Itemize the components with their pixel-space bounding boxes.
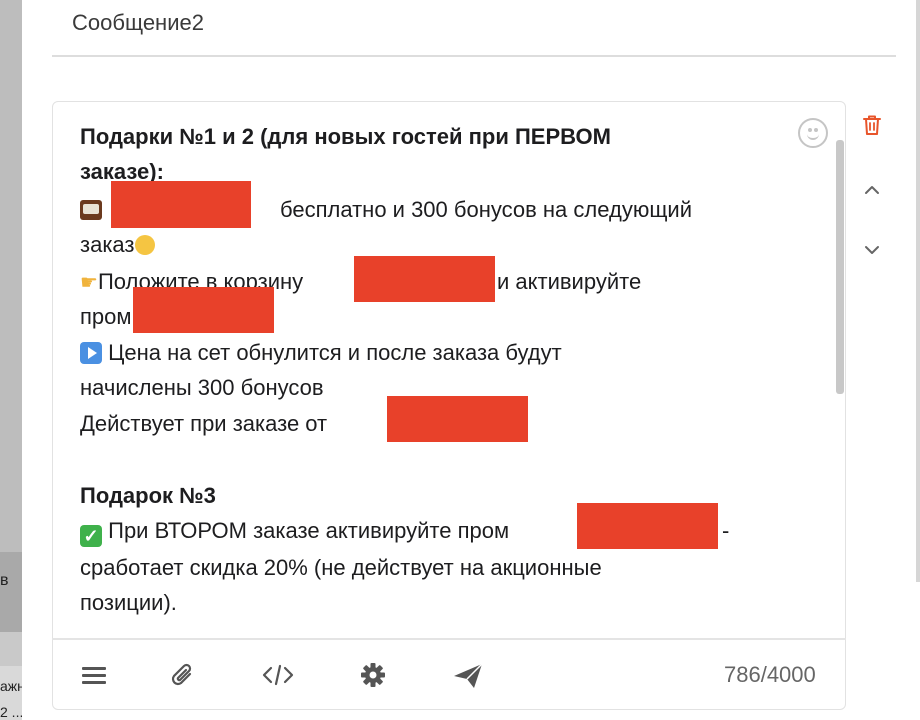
check-icon: ✓ — [80, 525, 102, 547]
trash-icon[interactable] — [860, 113, 884, 137]
chevron-up-icon[interactable] — [860, 178, 884, 202]
bento-icon — [80, 200, 102, 220]
redaction — [133, 287, 274, 333]
underlying-panel-2 — [0, 632, 22, 666]
send-icon[interactable] — [452, 660, 484, 690]
wink-emoji-icon — [134, 235, 155, 255]
code-icon[interactable] — [262, 660, 294, 690]
message-line: Цена на сет обнулится и после заказа буд… — [80, 335, 780, 371]
underlying-panel — [0, 552, 22, 632]
message-line: Подарки №1 и 2 (для новых гостей при ПЕР… — [80, 124, 611, 149]
message-line: позиции). — [80, 590, 177, 615]
message-line: - — [722, 518, 730, 543]
redaction — [577, 503, 718, 549]
modal-scrollbar[interactable] — [916, 0, 920, 582]
menu-icon[interactable] — [80, 660, 108, 690]
field-title: Сообщение2 — [72, 10, 204, 35]
redaction — [387, 396, 528, 442]
underlying-text: ажн — [0, 678, 22, 694]
editor-scrollbar[interactable] — [836, 140, 844, 394]
emoji-icon[interactable] — [798, 118, 828, 148]
chevron-down-icon[interactable] — [860, 238, 884, 262]
pointing-hand-icon: ☛ — [80, 272, 98, 294]
paperclip-icon[interactable] — [170, 660, 198, 690]
underlying-text: 2 ... — [0, 704, 22, 720]
toolbar-divider — [52, 638, 846, 640]
underlying-text: в — [0, 572, 9, 589]
play-icon — [80, 342, 102, 364]
redaction — [354, 256, 495, 302]
title-divider — [52, 55, 896, 57]
message-line: и активируйте — [497, 269, 642, 294]
gear-icon[interactable] — [359, 660, 387, 690]
char-counter: 786/4000 — [724, 662, 816, 687]
redaction — [111, 181, 251, 228]
message-line: сработает скидка 20% (не действует на ак… — [80, 555, 602, 580]
